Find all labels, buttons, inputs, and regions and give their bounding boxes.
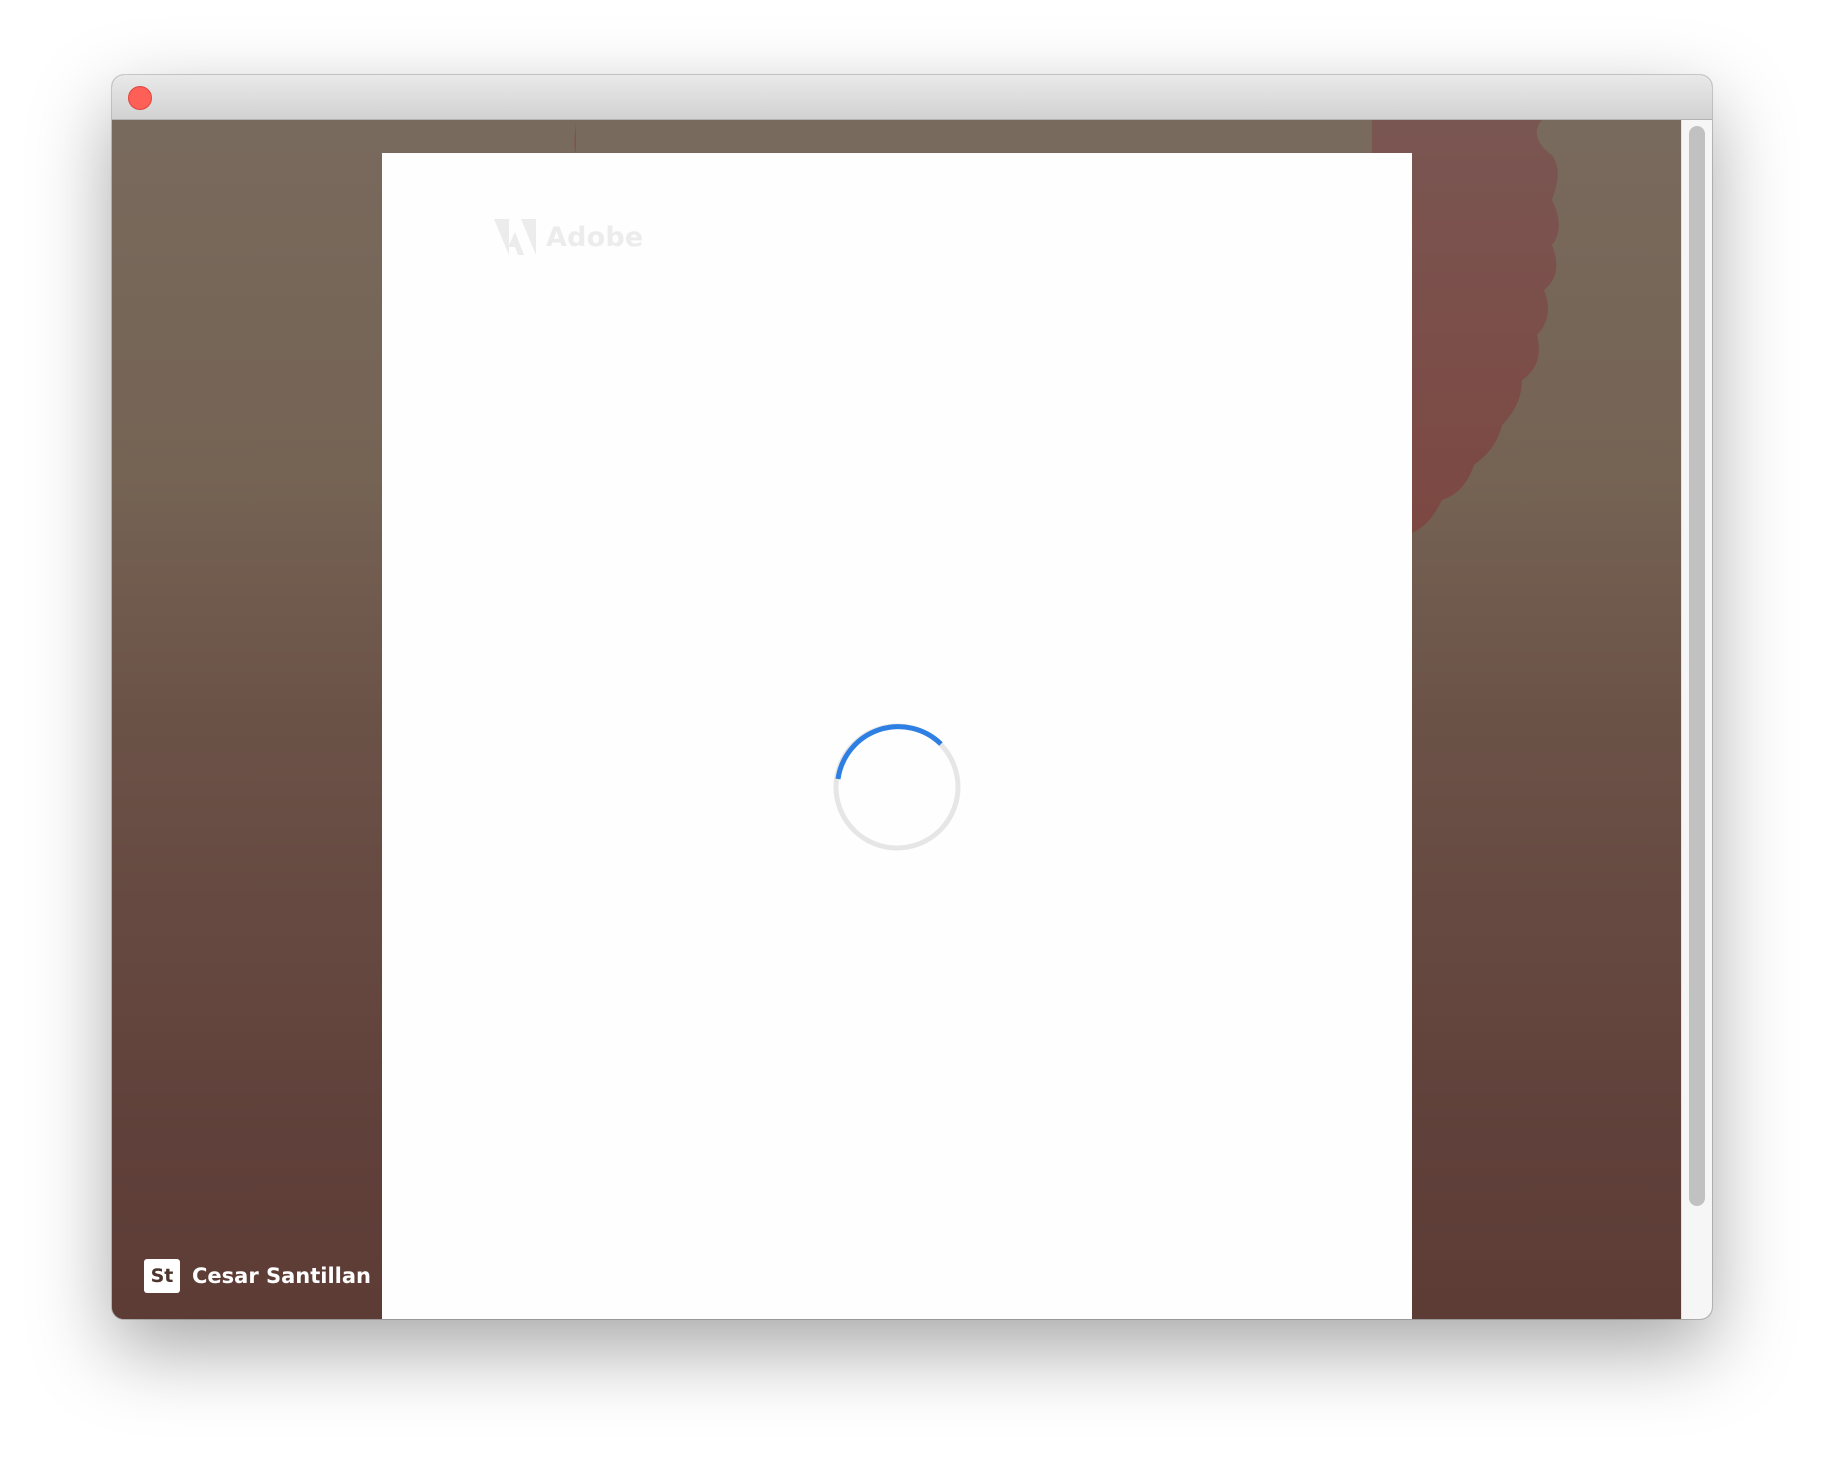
adobe-icon — [494, 219, 536, 255]
scrollbar-thumb[interactable] — [1689, 126, 1705, 1206]
adobe-stock-icon: St — [144, 1259, 180, 1293]
close-button[interactable] — [128, 86, 152, 110]
adobe-logo: Adobe — [494, 219, 643, 255]
artist-credit[interactable]: St Cesar Santillan — [144, 1259, 371, 1293]
app-window: Adobe St Cesar Santillan — [112, 75, 1712, 1319]
adobe-logo-text: Adobe — [546, 221, 644, 253]
loading-spinner-icon — [833, 723, 961, 851]
vertical-scrollbar[interactable] — [1681, 120, 1712, 1319]
content-sheet: Adobe — [382, 153, 1412, 1319]
title-bar[interactable] — [112, 75, 1712, 120]
author-name: Cesar Santillan — [192, 1264, 371, 1288]
background-image: Adobe St Cesar Santillan — [112, 120, 1682, 1319]
